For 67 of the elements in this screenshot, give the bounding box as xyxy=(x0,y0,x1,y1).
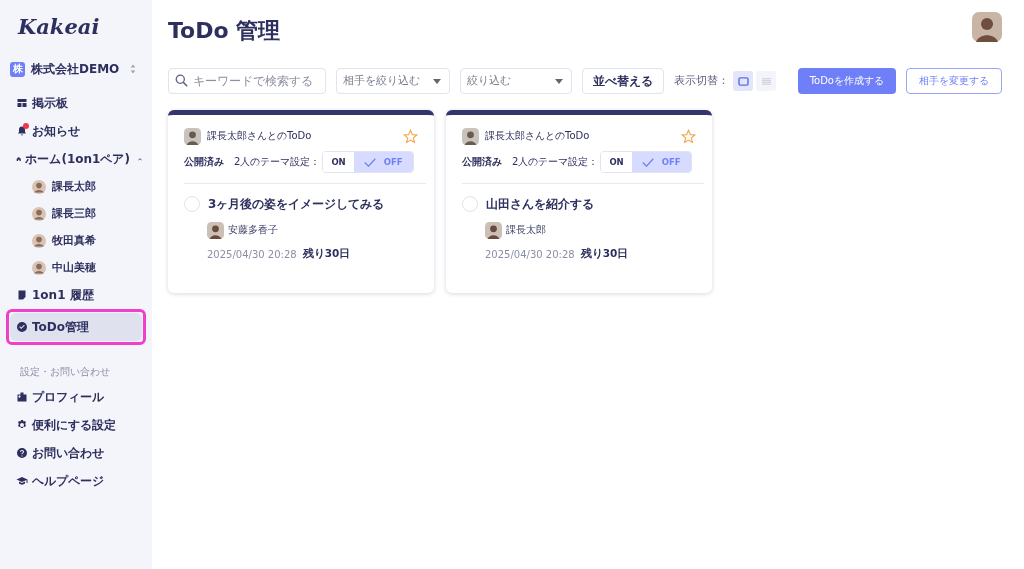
company-switcher[interactable]: 株 株式会社DEMO xyxy=(10,57,148,81)
star-icon[interactable] xyxy=(681,128,696,144)
status-label: 公開済み xyxy=(462,155,502,169)
avatar-icon xyxy=(32,179,46,194)
assignee-name: 課長太郎 xyxy=(506,223,546,237)
company-badge: 株 xyxy=(10,61,25,77)
sidebar-item[interactable]: ヘルプページ xyxy=(10,467,148,495)
sort-button[interactable]: 並べ替える xyxy=(582,68,664,94)
avatar-icon xyxy=(32,260,46,275)
remaining-days: 残り30日 xyxy=(302,247,351,261)
sidebar-item[interactable]: お問い合わせ xyxy=(10,439,148,467)
avatar-icon xyxy=(32,206,46,221)
search-icon xyxy=(175,74,188,87)
avatar-icon xyxy=(207,221,224,239)
search-field[interactable]: キーワードで検索する xyxy=(168,68,326,94)
caret-icon xyxy=(555,78,563,84)
sidebar-subitem[interactable]: 課長三郎 xyxy=(10,200,96,227)
list-view-icon xyxy=(760,76,772,86)
theme-label: 2人のテーマ設定： xyxy=(234,155,321,169)
sidebar-subitem[interactable]: 課長太郎 xyxy=(10,173,96,200)
view-label: 表示切替： xyxy=(674,74,729,88)
sidebar-item[interactable]: プロフィール xyxy=(10,383,148,411)
avatar-icon xyxy=(462,127,479,145)
sidebar-item[interactable]: 1on1 履歴 xyxy=(10,281,148,309)
sidebar-item[interactable]: 便利にする設定 xyxy=(10,411,148,439)
sidebar-icon xyxy=(16,125,28,137)
sidebar-icon xyxy=(16,391,28,403)
card-title: 課長太郎さんとのToDo xyxy=(207,129,313,143)
sidebar-icon xyxy=(16,447,28,459)
sidebar-icon xyxy=(16,419,28,431)
section-heading: 設定・お問い合わせ xyxy=(20,365,110,379)
app-logo: Kakeai xyxy=(16,14,100,39)
check-icon xyxy=(363,157,376,167)
filter-dropdown[interactable]: 相手を絞り込む xyxy=(336,68,450,94)
sidebar-icon xyxy=(16,321,28,333)
avatar-icon xyxy=(485,221,502,239)
caret-icon xyxy=(433,78,441,84)
task-title: 山田さんを紹介する xyxy=(486,195,594,213)
check-icon xyxy=(641,157,654,167)
card-view-button[interactable] xyxy=(733,71,753,91)
avatar-icon xyxy=(184,127,201,145)
change-partner-button[interactable]: 相手を変更する xyxy=(906,68,1002,94)
sidebar-item[interactable]: 掲示板 xyxy=(10,89,148,117)
remaining-days: 残り30日 xyxy=(580,247,629,261)
theme-label: 2人のテーマ設定： xyxy=(512,155,599,169)
assignee-name: 安藤多香子 xyxy=(228,223,278,237)
sidebar-subitem[interactable]: 牧田真希 xyxy=(10,227,96,254)
sidebar-icon xyxy=(16,289,28,301)
card-view-icon xyxy=(737,76,749,86)
star-icon[interactable] xyxy=(403,128,418,144)
chevron-updown-icon xyxy=(130,63,136,75)
sidebar-subitem[interactable]: 中山美穂 xyxy=(10,254,96,281)
list-view-button[interactable] xyxy=(756,71,776,91)
status-label: 公開済み xyxy=(184,155,224,169)
page-title: ToDo 管理 xyxy=(168,17,281,45)
avatar-icon xyxy=(32,233,46,248)
filter-dropdown[interactable]: 絞り込む xyxy=(460,68,572,94)
sidebar-item[interactable]: お知らせ xyxy=(10,117,148,145)
task-title: 3ヶ月後の姿をイメージしてみる xyxy=(208,195,385,213)
due-date: 2025/04/30 20:28 xyxy=(485,248,575,260)
due-date: 2025/04/30 20:28 xyxy=(207,248,297,260)
sidebar-icon xyxy=(16,97,28,109)
user-avatar[interactable] xyxy=(972,12,1002,42)
sidebar-item[interactable]: ToDo管理 xyxy=(10,313,142,341)
sidebar-icon xyxy=(16,475,28,487)
sidebar-item[interactable]: ホーム(1on1ペア) xyxy=(10,145,148,173)
card-title: 課長太郎さんとのToDo xyxy=(485,129,591,143)
